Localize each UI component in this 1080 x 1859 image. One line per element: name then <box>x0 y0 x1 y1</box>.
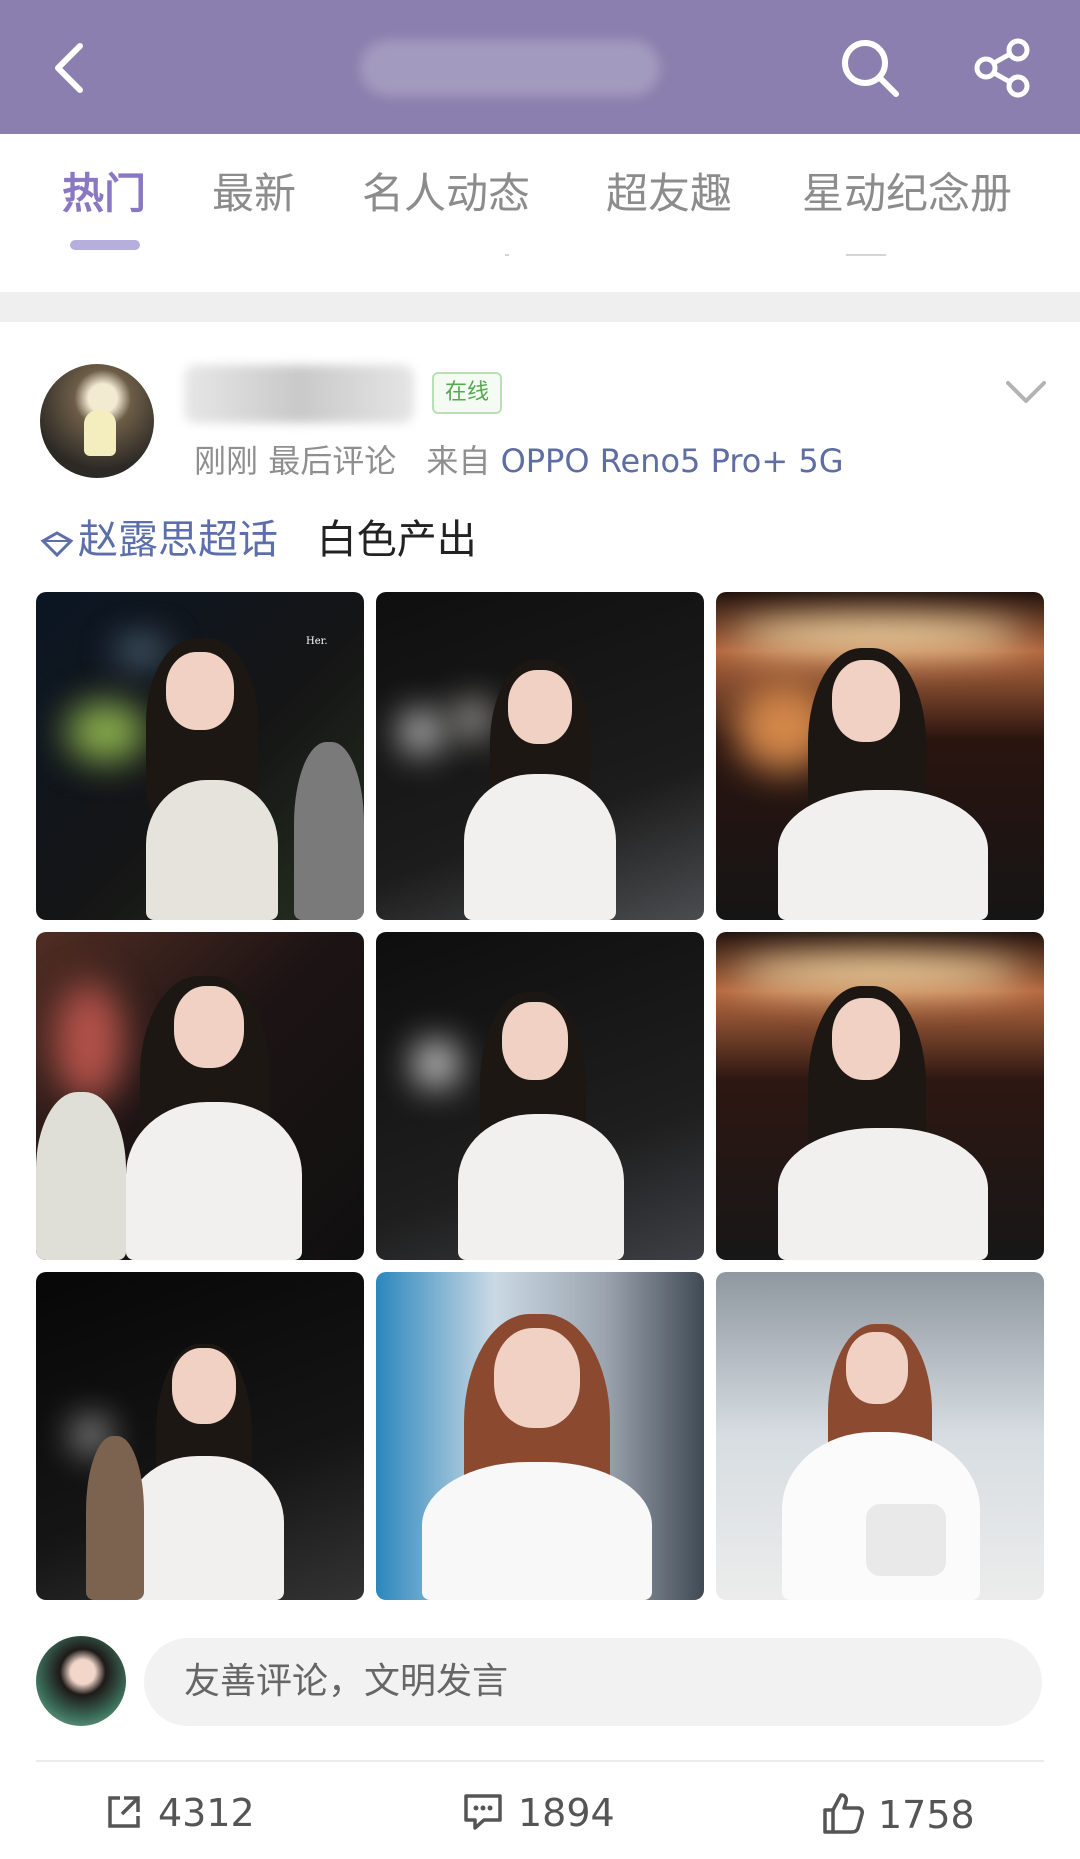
repost-icon <box>108 1796 140 1828</box>
post-photo-9[interactable] <box>716 1272 1044 1600</box>
diamond-icon <box>40 531 74 558</box>
back-button[interactable] <box>38 32 110 104</box>
blurred-page-title <box>360 40 660 96</box>
search-button[interactable] <box>834 32 906 104</box>
post-text: 白色产出 <box>316 517 477 563</box>
tab-latest[interactable]: 最新 <box>212 164 296 224</box>
active-tab-indicator <box>70 240 140 250</box>
post-photo-5[interactable] <box>376 932 704 1260</box>
like-count: 1758 <box>878 1793 975 1837</box>
my-avatar <box>36 1636 126 1726</box>
blurred-username[interactable] <box>184 365 414 423</box>
tab-hot[interactable]: 热门 <box>62 164 146 224</box>
tab-bar: 热门 最新 名人动态 超友趣 星动纪念册 <box>0 134 1080 292</box>
top-navigation-bar <box>0 0 1080 134</box>
thumbs-up-icon <box>823 1793 864 1834</box>
last-comment-label: 最后评论 <box>268 442 397 480</box>
section-separator <box>0 292 1080 322</box>
like-button[interactable]: 1758 <box>820 1790 975 1850</box>
share-button[interactable] <box>966 32 1038 104</box>
repost-count: 4312 <box>158 1791 255 1835</box>
post-photo-4[interactable] <box>36 932 364 1260</box>
topic-link[interactable]: 赵露思超话 <box>40 517 291 563</box>
tab-super-friends[interactable]: 超友趣 <box>606 164 732 224</box>
post-menu-button[interactable] <box>1002 375 1050 409</box>
comment-icon <box>464 1794 502 1830</box>
post-photo-8[interactable] <box>376 1272 704 1600</box>
watermark: Her. <box>306 636 328 647</box>
comment-input[interactable]: 友善评论，文明发言 <box>144 1638 1042 1726</box>
comment-button[interactable]: 1894 <box>460 1790 615 1850</box>
topic-name: 赵露思超话 <box>78 517 278 563</box>
tab-faint-mark <box>846 254 886 256</box>
chevron-left-icon <box>55 43 83 93</box>
tab-star-album[interactable]: 星动纪念册 <box>802 164 1012 224</box>
tab-faint-mark <box>505 254 509 256</box>
device-name: OPPO Reno5 Pro+ 5G <box>500 442 844 480</box>
chevron-down-icon <box>1006 381 1046 403</box>
source-label: 来自 <box>426 442 491 480</box>
post-photo-3[interactable] <box>716 592 1044 920</box>
search-icon <box>842 40 899 97</box>
post-content: 赵露思超话 白色产出 <box>40 512 477 568</box>
online-status-badge: 在线 <box>432 372 502 414</box>
poster-avatar[interactable] <box>40 364 154 478</box>
tab-celebrity-updates[interactable]: 名人动态 <box>362 164 530 224</box>
post-photo-1[interactable]: Her. <box>36 592 364 920</box>
share-icon <box>974 38 1030 98</box>
comment-count: 1894 <box>518 1791 615 1835</box>
post-time: 刚刚 <box>194 442 259 480</box>
post-photo-7[interactable] <box>36 1272 364 1600</box>
post-photo-6[interactable] <box>716 932 1044 1260</box>
post-photo-2[interactable] <box>376 592 704 920</box>
repost-button[interactable]: 4312 <box>102 1790 255 1850</box>
post-meta: 刚刚 最后评论 来自 OPPO Reno5 Pro+ 5G <box>194 436 843 482</box>
actions-divider <box>36 1760 1044 1762</box>
